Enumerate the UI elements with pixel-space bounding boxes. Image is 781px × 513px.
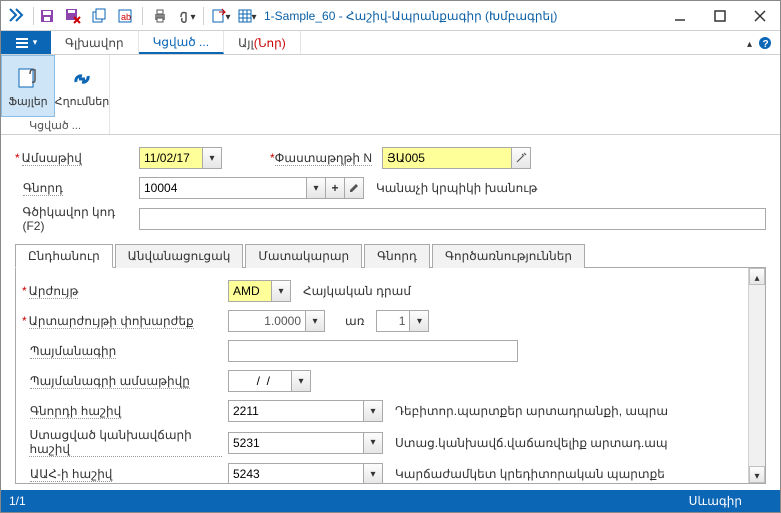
status-bar: 1/1 Սևագիր [1, 490, 780, 512]
ribbon-collapse-icon[interactable] [747, 36, 752, 50]
general-tab-panel: *Արժույթ Հայկական դրամ *Արտարժույթի փոխա… [16, 268, 748, 483]
contract-label: Պայմանագիր [30, 344, 116, 359]
currency-desc: Հայկական դրամ [303, 284, 411, 298]
barcode-input[interactable] [139, 208, 766, 230]
buyer-label: Գնորդ [23, 181, 63, 196]
buyer-desc: Կանաչի կրպիկի խանութ [376, 181, 537, 195]
files-button[interactable]: Ֆայլեր [1, 55, 55, 117]
status-state: Սևագիր [689, 494, 742, 508]
app-logo-icon [7, 7, 25, 25]
vat-acct-dropdown-button[interactable] [363, 463, 383, 483]
scroll-down-button[interactable] [749, 466, 765, 483]
scroll-up-button[interactable] [749, 268, 765, 285]
tab-operations[interactable]: Գործառնություններ [432, 244, 585, 268]
rate-per-dropdown-button[interactable] [409, 310, 429, 332]
export-icon[interactable] [210, 5, 232, 27]
ribbon-body: Ֆայլեր Հղումներ Կցված ... [1, 55, 780, 135]
ribbon-tab-other[interactable]: Այլ (Նոր) [224, 31, 301, 54]
buyer-acct-dropdown-button[interactable] [363, 400, 383, 422]
date-dropdown-button[interactable] [202, 147, 222, 169]
currency-label: Արժույթ [29, 284, 79, 299]
window-title: 1-Sample_60 - Հաշիվ-Ապրանքագիր (Խմբագրել… [264, 9, 557, 23]
docnum-label: Փաստաթղթի N [275, 151, 372, 166]
prepay-acct-input[interactable] [228, 432, 364, 454]
ribbon-group-label: Կցված ... [1, 117, 109, 134]
tab-itemlist[interactable]: Անվանացուցակ [115, 244, 244, 268]
contract-date-label: Պայմանագրի ամսաթիվը [30, 374, 190, 389]
vat-acct-desc: Կարճաժամկետ կրեդիտորական պարտքե [395, 467, 665, 481]
tab-supplier[interactable]: Մատակարար [245, 244, 362, 268]
barcode-label: Գծիկավոր կոդ (F2) [22, 205, 133, 233]
maximize-button[interactable] [700, 1, 740, 31]
rate-dropdown-button[interactable] [305, 310, 325, 332]
file-menu-button[interactable]: ▾ [1, 31, 51, 54]
minimize-button[interactable] [660, 1, 700, 31]
rate-input [228, 310, 306, 332]
vat-acct-input[interactable] [228, 463, 364, 483]
prepay-acct-desc: Ստաց.կանխավճ.վաճառվելիք արտադ.ապ [395, 436, 668, 450]
titlebar: ab 1-Sample_60 - Հաշիվ-Ապրանքագիր (Խմբագ… [1, 1, 780, 31]
rate-per-label: առ [345, 314, 364, 328]
tab-general[interactable]: Ընդհանուր [15, 244, 113, 268]
save-close-icon[interactable] [62, 5, 84, 27]
tab-buyer[interactable]: Գնորդ [364, 244, 430, 268]
docnum-wand-button[interactable] [511, 147, 531, 169]
status-position: 1/1 [9, 494, 26, 508]
close-button[interactable] [740, 1, 780, 31]
vat-acct-label: ԱԱՀ-ի հաշիվ [30, 467, 112, 482]
preview-icon[interactable]: ab [114, 5, 136, 27]
currency-input[interactable] [228, 280, 272, 302]
ribbon-tab-main[interactable]: Գլխավոր [51, 31, 139, 54]
contract-date-input[interactable] [228, 370, 292, 392]
form-area: *Ամսաթիվ *Փաստաթղթի N Գնորդ + Կանաչի կրպ… [1, 135, 780, 490]
vertical-scrollbar[interactable] [748, 268, 765, 483]
prepay-acct-dropdown-button[interactable] [363, 432, 383, 454]
print-icon[interactable] [149, 5, 171, 27]
buyer-acct-label: Գնորդի հաշիվ [30, 404, 121, 419]
buyer-acct-input[interactable] [228, 400, 364, 422]
help-icon[interactable]: ? [758, 36, 772, 50]
docnum-input[interactable] [382, 147, 512, 169]
svg-text:?: ? [763, 39, 769, 50]
buyer-input[interactable] [139, 177, 307, 199]
ribbon-tabstrip: ▾ Գլխավոր Կցված ... Այլ (Նոր) ? [1, 31, 780, 55]
copy-doc-icon[interactable] [88, 5, 110, 27]
save-icon[interactable] [36, 5, 58, 27]
links-button[interactable]: Հղումներ [55, 55, 109, 117]
prepay-acct-label: Ստացված կանխավճարի հաշիվ [29, 428, 222, 457]
date-label: Ամսաթիվ [22, 151, 82, 166]
buyer-dropdown-button[interactable] [306, 177, 326, 199]
ribbon-tab-attached[interactable]: Կցված ... [139, 31, 224, 54]
rate-label: Արտարժույթի փոխարժեք [29, 314, 194, 329]
buyer-add-button[interactable]: + [325, 177, 345, 199]
contract-date-dropdown-button[interactable] [291, 370, 311, 392]
buyer-edit-button[interactable] [344, 177, 364, 199]
attach-icon[interactable] [175, 5, 197, 27]
detail-tabs: Ընդհանուր Անվանացուցակ Մատակարար Գնորդ Գ… [15, 243, 766, 268]
currency-dropdown-button[interactable] [271, 280, 291, 302]
quick-access-toolbar: ab [36, 5, 258, 27]
date-input[interactable] [139, 147, 203, 169]
svg-text:ab: ab [121, 12, 131, 22]
rate-per-input [376, 310, 410, 332]
grid-icon[interactable] [236, 5, 258, 27]
buyer-acct-desc: Դեբիտոր.պարտքեր արտադրանքի, ապրա [395, 404, 668, 418]
contract-input[interactable] [228, 340, 518, 362]
